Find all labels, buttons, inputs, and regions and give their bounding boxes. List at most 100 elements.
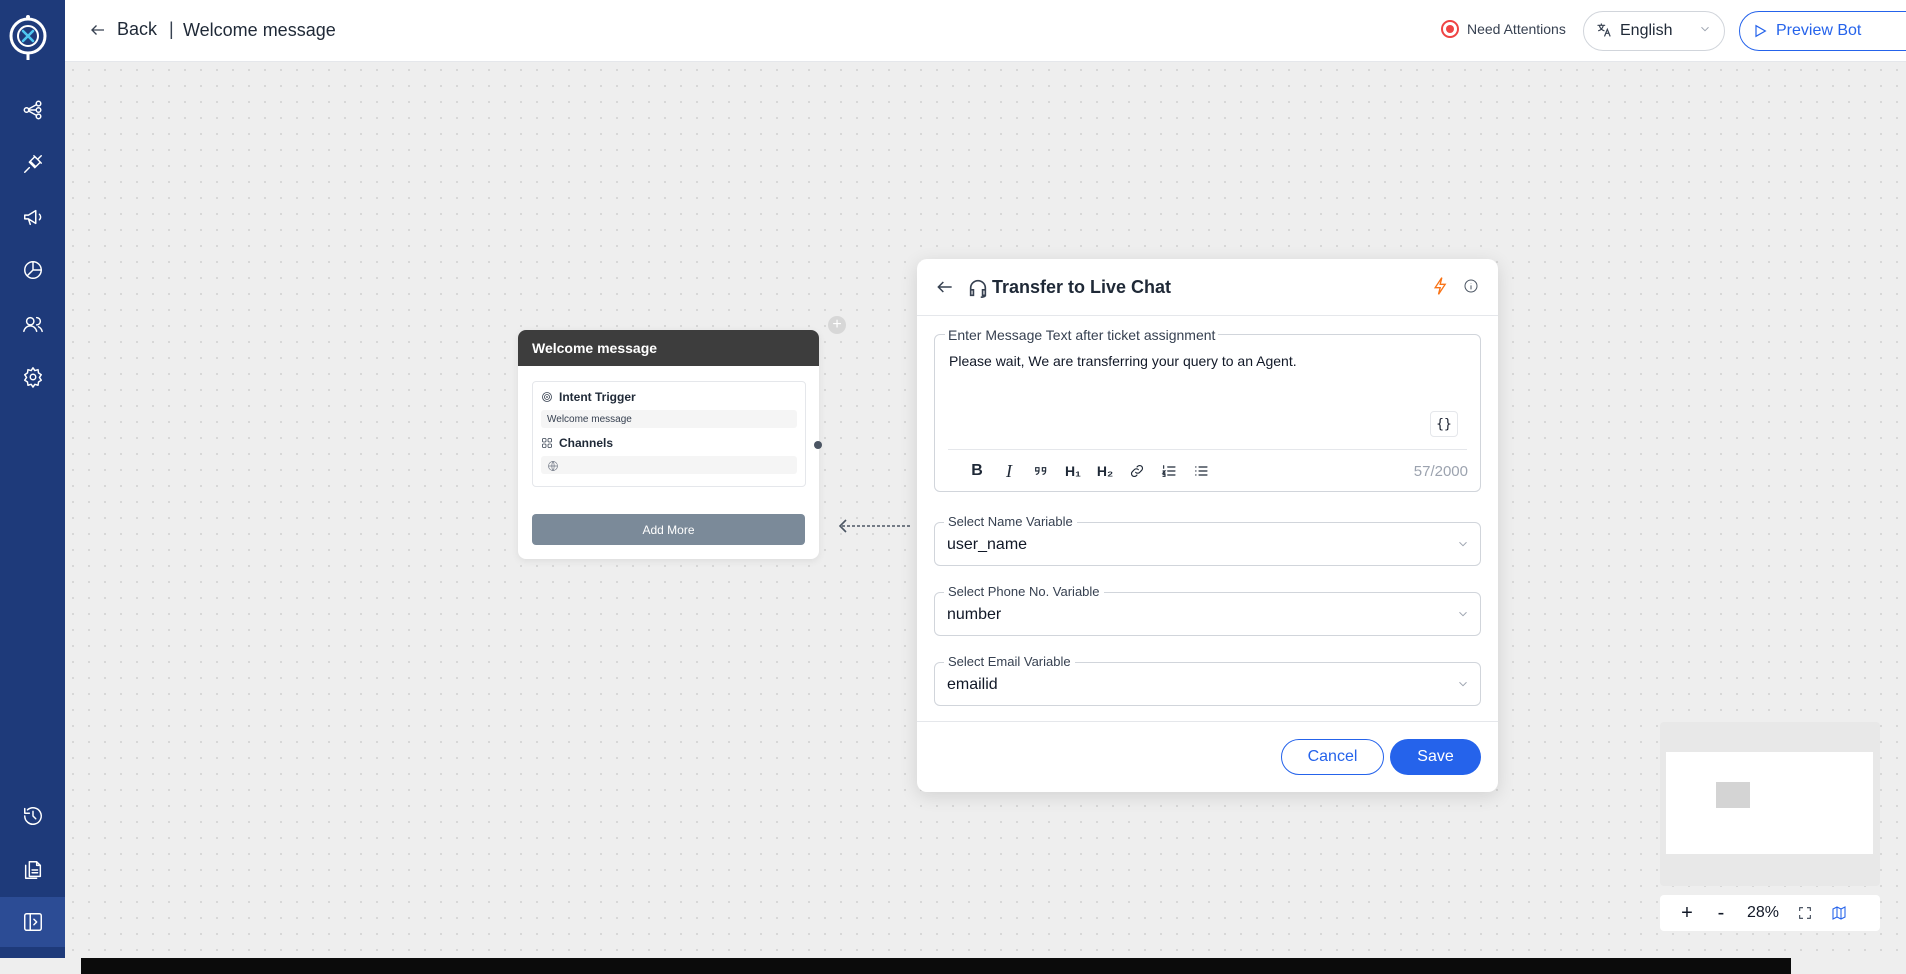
map-icon	[1832, 906, 1846, 920]
name-variable-label: Select Name Variable	[944, 514, 1077, 529]
translate-icon	[1596, 22, 1612, 41]
fit-view-button[interactable]	[1788, 898, 1822, 928]
arrow-left-icon	[937, 281, 952, 293]
email-variable-value: emailid	[947, 676, 998, 693]
message-legend: Enter Message Text after ticket assignme…	[945, 327, 1219, 343]
bullet-list-button[interactable]	[1185, 459, 1217, 483]
need-attention-button[interactable]: Need Attentions	[1441, 20, 1566, 38]
character-counter: 57/2000	[1413, 463, 1468, 480]
connector-arrow	[838, 519, 910, 533]
sidebar-item-documents[interactable]	[0, 845, 65, 895]
bullet-list-icon	[1195, 466, 1208, 476]
ordered-list-button[interactable]	[1153, 459, 1185, 483]
minimap-viewport[interactable]	[1666, 752, 1873, 854]
quote-button[interactable]	[1025, 459, 1057, 483]
transfer-to-live-chat-panel: Transfer to Live Chat Enter Message Text…	[917, 259, 1498, 792]
phone-variable-select[interactable]: Select Phone No. Variable number	[934, 584, 1481, 636]
panel-title: Transfer to Live Chat	[992, 277, 1172, 297]
bold-button[interactable]: B	[961, 459, 993, 483]
name-variable-select[interactable]: Select Name Variable user_name	[934, 514, 1481, 566]
email-variable-label: Select Email Variable	[944, 654, 1075, 669]
bolt-icon[interactable]	[1431, 276, 1451, 301]
history-icon	[23, 807, 42, 825]
panel-header: Transfer to Live Chat	[917, 259, 1498, 316]
sidebar-item-flows[interactable]	[0, 85, 65, 135]
language-select[interactable]: English	[1583, 11, 1725, 51]
sidebar-item-analytics[interactable]	[0, 245, 65, 295]
logo[interactable]	[8, 14, 50, 62]
sidebar-item-team[interactable]	[0, 299, 65, 349]
link-icon	[1130, 464, 1144, 478]
play-icon	[1755, 24, 1767, 38]
cancel-button[interactable]: Cancel	[1281, 739, 1384, 775]
chevron-down-icon	[1456, 677, 1470, 696]
phone-variable-label: Select Phone No. Variable	[944, 584, 1104, 599]
sidebar-item-integrations[interactable]	[0, 139, 65, 189]
users-icon	[22, 316, 43, 333]
back-label: Back	[117, 19, 158, 39]
chevron-down-icon	[1456, 537, 1470, 556]
chevron-down-icon	[1698, 22, 1712, 41]
italic-button[interactable]: I	[993, 459, 1025, 483]
sidebar-item-collapse[interactable]	[0, 897, 65, 947]
page-title: Welcome message	[183, 20, 336, 40]
message-editor[interactable]: Enter Message Text after ticket assignme…	[934, 327, 1481, 492]
link-button[interactable]	[1121, 459, 1153, 483]
heading1-button[interactable]: H₁	[1057, 459, 1089, 483]
back-button[interactable]: Back	[89, 19, 157, 40]
add-node-icon[interactable]: +	[828, 316, 846, 334]
ordered-list-icon	[1161, 465, 1176, 477]
target-icon	[542, 392, 552, 402]
node-output-handle[interactable]	[814, 441, 822, 449]
intent-trigger-value: Welcome message	[541, 410, 797, 428]
zoom-controls: + - 28%	[1660, 895, 1880, 931]
breadcrumb-separator: |	[169, 19, 174, 39]
zoom-in-button[interactable]: +	[1670, 898, 1704, 928]
formatting-toolbar: B I H₁ H₂	[961, 459, 1217, 483]
channel-web	[541, 456, 797, 474]
sidebar-item-history[interactable]	[0, 791, 65, 841]
bottom-bar	[81, 958, 1791, 974]
plug-icon	[23, 155, 42, 173]
headset-icon	[967, 277, 989, 304]
sidebar-item-settings[interactable]	[0, 352, 65, 402]
toolbar-divider	[948, 449, 1467, 450]
megaphone-icon	[23, 209, 41, 226]
insert-variable-button[interactable]: {}	[1430, 411, 1458, 437]
pie-chart-icon	[23, 261, 42, 279]
gear-icon	[23, 367, 42, 388]
channels-label: Channels	[559, 436, 614, 450]
preview-bot-button[interactable]: Preview Bot	[1739, 11, 1906, 51]
flow-icon	[23, 100, 42, 120]
intent-trigger-label: Intent Trigger	[559, 390, 636, 404]
channels-title: Channels	[541, 434, 797, 452]
minimap-node	[1716, 782, 1750, 808]
toggle-minimap-button[interactable]	[1822, 898, 1856, 928]
language-selected: English	[1620, 22, 1673, 39]
documents-icon	[24, 861, 41, 879]
alert-icon	[1441, 20, 1459, 38]
welcome-message-node[interactable]: Welcome message Intent Trigger Welcome m…	[518, 330, 819, 559]
name-variable-value: user_name	[947, 536, 1028, 553]
zoom-out-button[interactable]: -	[1704, 898, 1738, 928]
preview-bot-label: Preview Bot	[1776, 22, 1862, 39]
fullscreen-icon	[1799, 907, 1811, 919]
panel-back-button[interactable]	[935, 277, 955, 302]
info-icon[interactable]	[1463, 278, 1479, 299]
arrow-left-icon	[91, 24, 104, 35]
globe-icon	[548, 461, 558, 471]
chevron-down-icon	[1456, 607, 1470, 626]
top-bar: Back | Welcome message Need Attentions E…	[65, 0, 1906, 62]
zoom-level: 28%	[1746, 904, 1780, 921]
heading2-button[interactable]: H₂	[1089, 459, 1121, 483]
sidebar	[0, 0, 65, 958]
email-variable-select[interactable]: Select Email Variable emailid	[934, 654, 1481, 706]
sidebar-item-broadcast[interactable]	[0, 192, 65, 242]
phone-variable-value: number	[947, 606, 1002, 623]
collapse-icon	[23, 913, 42, 931]
save-button[interactable]: Save	[1390, 739, 1481, 775]
message-text[interactable]: Please wait, We are transferring your qu…	[949, 353, 1297, 369]
apps-icon	[542, 438, 552, 448]
add-more-button[interactable]: Add More	[532, 514, 805, 545]
minimap[interactable]	[1660, 722, 1880, 886]
